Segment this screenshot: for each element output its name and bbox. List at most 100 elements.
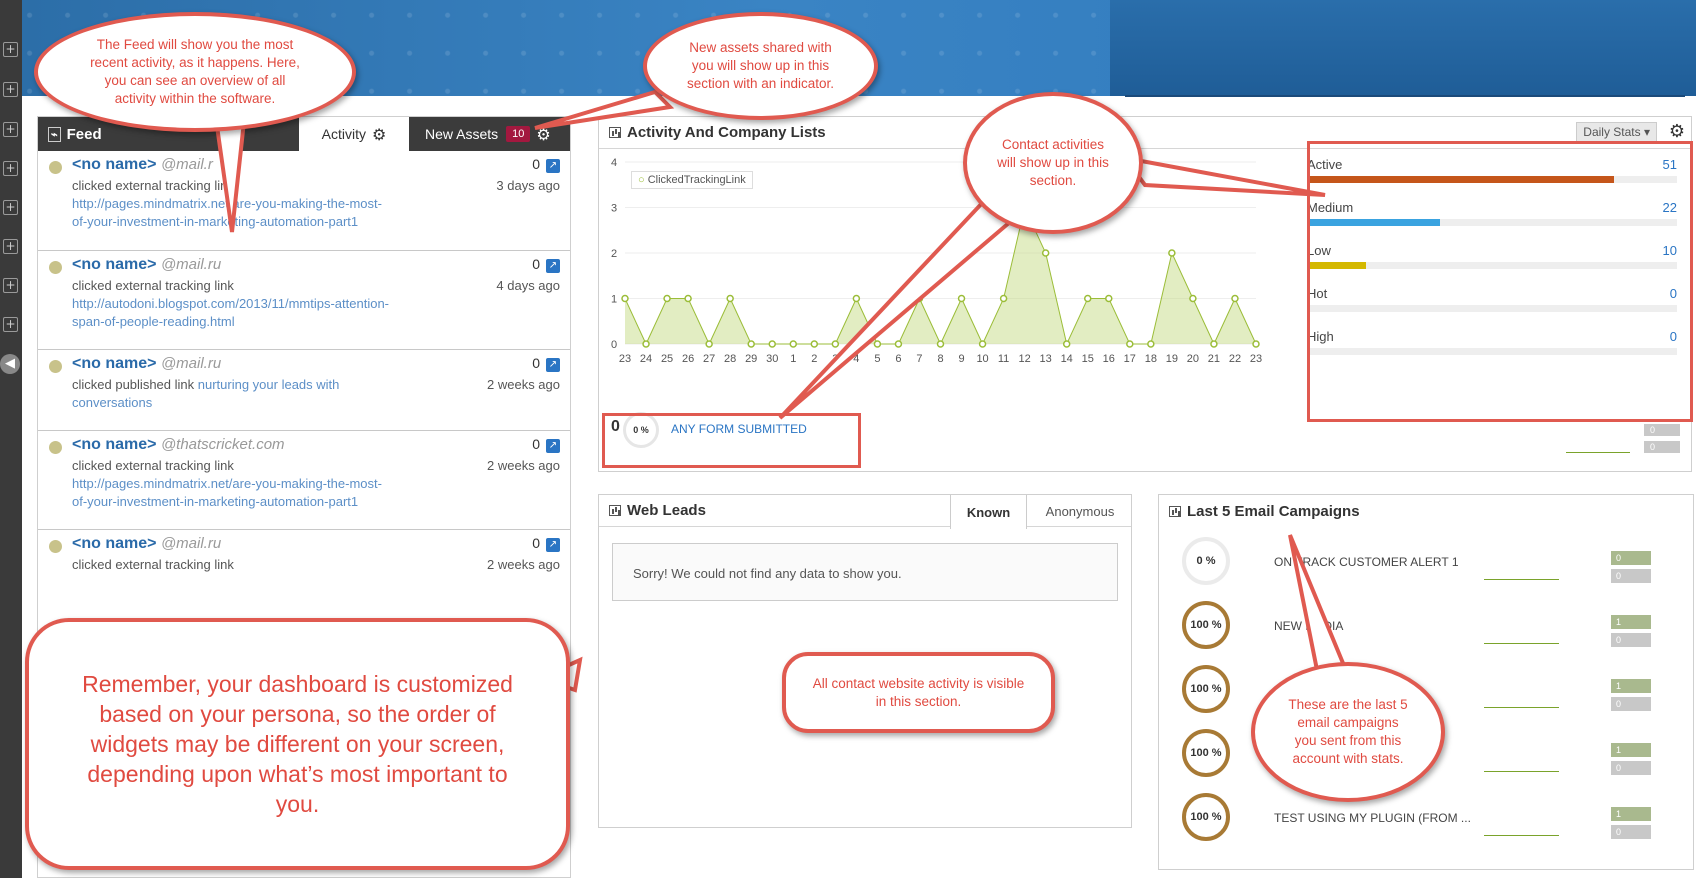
- campaign-name[interactable]: NEW MEDIA: [1274, 619, 1343, 633]
- bar-chart-icon: [609, 505, 621, 516]
- callout-campaigns: These are the last 5 email campaigns you…: [1251, 662, 1445, 802]
- collapse-icon[interactable]: ◀: [0, 354, 20, 374]
- tab-anonymous[interactable]: Anonymous: [1027, 495, 1133, 528]
- x-tick-label: 15: [1082, 353, 1094, 365]
- gears-icon[interactable]: ⚙: [372, 125, 386, 144]
- legend-label: ClickedTrackingLink: [647, 174, 746, 186]
- list-item[interactable]: <no name> @mail.ru clicked published lin…: [38, 350, 570, 431]
- data-point: [873, 340, 882, 348]
- campaign-stat-bar: 1: [1611, 679, 1651, 693]
- x-tick-label: 8: [937, 353, 943, 365]
- campaign-stat-bar: 1: [1611, 615, 1651, 629]
- contact-name[interactable]: <no name> @thatscricket.com: [72, 436, 285, 454]
- tab-known[interactable]: Known: [950, 495, 1027, 529]
- x-tick-label: 13: [1040, 353, 1052, 365]
- x-tick-label: 23: [619, 353, 631, 365]
- activity-link[interactable]: http://pages.mindmatrix.net/are-you-maki…: [72, 476, 382, 509]
- sparkline: [1484, 707, 1559, 708]
- external-link-icon[interactable]: ↗: [546, 538, 560, 552]
- campaign-row[interactable]: 0 % ON TRACK CUSTOMER ALERT 1 0 0: [1159, 531, 1695, 595]
- expand-icon[interactable]: +: [3, 122, 18, 137]
- contact-name[interactable]: <no name> @mail.ru: [72, 355, 221, 373]
- list-item[interactable]: <no name> @thatscricket.com clicked exte…: [38, 431, 570, 530]
- expand-icon[interactable]: +: [3, 42, 18, 57]
- new-assets-badge: 10: [506, 126, 531, 142]
- x-tick-label: 21: [1208, 353, 1220, 365]
- tab-activity[interactable]: Activity ⚙: [299, 117, 409, 151]
- daily-stats-dropdown[interactable]: Daily Stats ▾: [1576, 122, 1657, 142]
- activity-link[interactable]: http://pages.mindmatrix.net/are-you-maki…: [72, 196, 382, 229]
- campaign-row[interactable]: 100 % NEW MEDIA 1 0: [1159, 595, 1695, 659]
- expand-icon[interactable]: +: [3, 239, 18, 254]
- expand-icon[interactable]: +: [3, 317, 18, 332]
- contact-domain: @mail.r: [160, 156, 213, 173]
- activity-text: clicked external tracking link http://pag…: [72, 178, 382, 229]
- x-tick-label: 16: [1103, 353, 1115, 365]
- activity-text: clicked external tracking link: [72, 557, 234, 572]
- divider: [1125, 95, 1685, 97]
- campaign-name[interactable]: TEST USING MY PLUGIN (FROM ...: [1274, 811, 1471, 825]
- web-leads-header: Web Leads Known Anonymous: [599, 495, 1133, 529]
- campaigns-title: Last 5 Email Campaigns: [1187, 502, 1360, 520]
- expand-icon[interactable]: +: [3, 161, 18, 176]
- external-link-icon[interactable]: ↗: [546, 259, 560, 273]
- data-point: [747, 340, 755, 348]
- sparkline: [1484, 643, 1559, 644]
- campaign-row[interactable]: 100 % TEST USING MY PLUGIN (FROM ... 1 0: [1159, 787, 1695, 851]
- expand-icon[interactable]: +: [3, 278, 18, 293]
- gears-icon[interactable]: ⚙: [536, 125, 550, 144]
- gears-icon[interactable]: ⚙: [1669, 121, 1685, 142]
- data-point: [1231, 294, 1239, 303]
- data-point: [684, 294, 692, 303]
- activity-count: 0: [532, 436, 540, 452]
- x-tick-label: 4: [853, 353, 859, 365]
- contact-name[interactable]: <no name> @mail.r: [72, 156, 213, 174]
- contact-domain: @thatscricket.com: [160, 436, 285, 453]
- callout-contact: Contact activities will show up in this …: [963, 92, 1143, 234]
- contact-name[interactable]: <no name> @mail.ru: [72, 256, 221, 274]
- callout-feed-text: The Feed will show you the most recent a…: [90, 37, 300, 106]
- x-tick-label: 6: [895, 353, 901, 365]
- callout-assets-text: New assets shared with you will show up …: [686, 40, 835, 91]
- data-point: [1062, 340, 1071, 348]
- x-tick-label: 3: [832, 353, 838, 365]
- list-item[interactable]: <no name> @mail.r clicked external track…: [38, 151, 570, 251]
- left-rail: + + + + + + + + ◀: [0, 0, 22, 878]
- contact-domain: @mail.ru: [160, 256, 222, 273]
- list-item[interactable]: <no name> @mail.ru clicked external trac…: [38, 530, 570, 620]
- rss-icon: ⌁: [48, 126, 61, 142]
- data-point: [915, 294, 924, 303]
- status-dot: [49, 261, 62, 274]
- expand-icon[interactable]: +: [3, 200, 18, 215]
- sparkline: [1484, 771, 1559, 772]
- timestamp: 2 weeks ago: [487, 377, 560, 392]
- external-link-icon[interactable]: ↗: [546, 159, 560, 173]
- activity-count: 0: [532, 156, 540, 172]
- tab-new-assets[interactable]: New Assets 10 ⚙: [409, 117, 572, 151]
- activity-text: clicked external tracking link http://pag…: [72, 458, 382, 509]
- contact-name[interactable]: <no name> @mail.ru: [72, 535, 221, 553]
- x-tick-label: 26: [682, 353, 694, 365]
- header-banner-right: [1110, 0, 1696, 96]
- external-link-icon[interactable]: ↗: [546, 358, 560, 372]
- external-link-icon[interactable]: ↗: [546, 439, 560, 453]
- data-point: [831, 340, 840, 348]
- expand-icon[interactable]: +: [3, 82, 18, 97]
- campaign-stat-bar: 0: [1611, 569, 1651, 583]
- x-tick-label: 11: [998, 353, 1009, 365]
- x-tick-label: 22: [1229, 353, 1241, 365]
- chart-legend: ○ ClickedTrackingLink: [631, 171, 753, 189]
- campaign-name[interactable]: ON TRACK CUSTOMER ALERT 1: [1274, 555, 1459, 569]
- timestamp: 2 weeks ago: [487, 458, 560, 473]
- campaign-percent-ring: 100 %: [1182, 729, 1230, 777]
- activity-count: 0: [532, 355, 540, 371]
- data-point: [1210, 340, 1218, 348]
- x-tick-label: 18: [1145, 353, 1157, 365]
- x-tick-label: 28: [724, 353, 736, 365]
- campaign-percent-ring: 100 %: [1182, 665, 1230, 713]
- activity-count: 0: [532, 256, 540, 272]
- activity-link[interactable]: http://autodoni.blogspot.com/2013/11/mmt…: [72, 296, 389, 329]
- status-dot: [49, 441, 62, 454]
- callout-feed: The Feed will show you the most recent a…: [34, 12, 356, 132]
- list-item[interactable]: <no name> @mail.ru clicked external trac…: [38, 251, 570, 350]
